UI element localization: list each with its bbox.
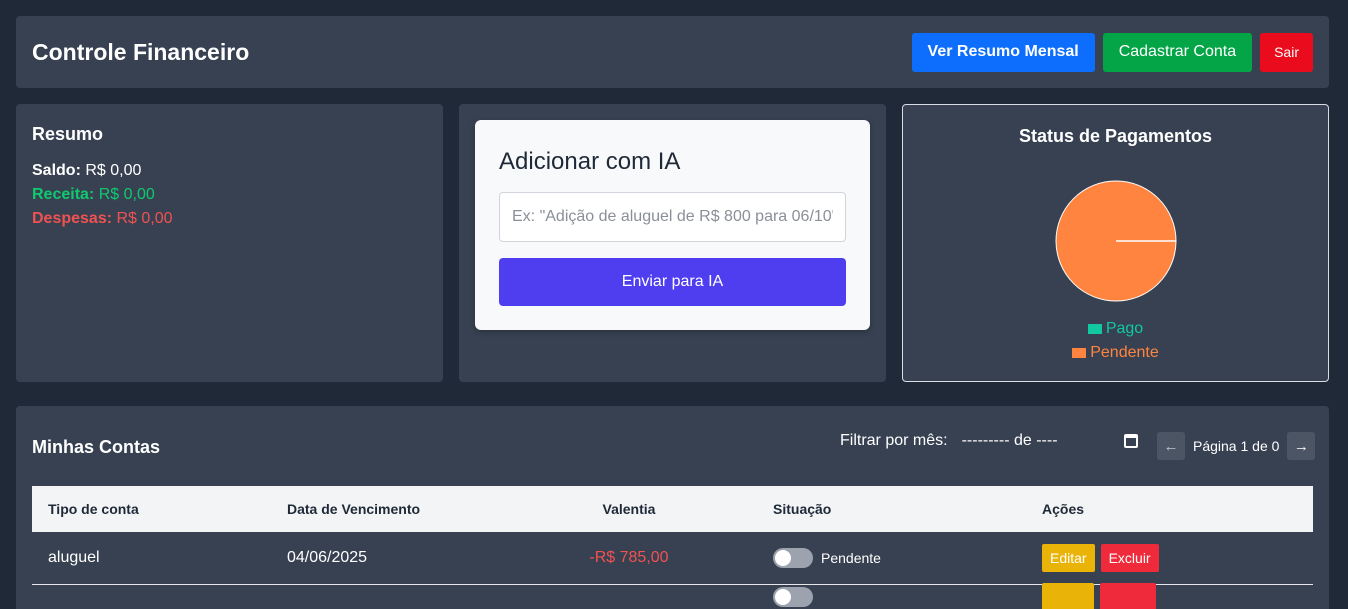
ai-card: Adicionar com IA Enviar para IA [459, 104, 886, 382]
column-header-actions: Ações [1042, 501, 1085, 517]
pagination: ← Página 1 de 0 → [1157, 432, 1316, 460]
table-header-row: Tipo de conta Data de Vencimento Valenti… [32, 486, 1313, 532]
summary-title: Resumo [32, 124, 104, 144]
column-header-type[interactable]: Tipo de conta [32, 486, 271, 532]
column-header-status[interactable]: Situação [757, 486, 1026, 532]
legend-swatch-pending [1072, 348, 1087, 358]
app-title: Controle Financeiro [32, 38, 250, 65]
expenses-line: Despesas: R$ 0,00 [32, 207, 427, 231]
status-pie-chart [1055, 180, 1177, 307]
cell-due-date: 04/06/2025 [271, 532, 501, 585]
expenses-label: Despesas: [32, 210, 113, 227]
cell-actions: Editar Excluir [1026, 532, 1313, 585]
cell-type-partial [32, 584, 271, 609]
logout-button[interactable]: Sair [1260, 32, 1313, 72]
header-actions: Ver Resumo Mensal Cadastrar Conta Sair [911, 32, 1313, 72]
app-page: Controle Financeiro Ver Resumo Mensal Ca… [0, 0, 1348, 609]
legend-label-pending: Pendente [1090, 344, 1159, 361]
month-filter-label: Filtrar por mês: [840, 432, 948, 449]
cell-status-partial [757, 584, 1026, 609]
expenses-value: R$ 0,00 [116, 210, 173, 227]
legend-swatch-paid [1087, 324, 1102, 334]
delete-button-partial[interactable] [1100, 583, 1156, 609]
status-text: Pendente [821, 549, 881, 566]
ai-prompt-input[interactable] [499, 192, 846, 242]
column-header-due-date[interactable]: Data de Vencimento [271, 486, 501, 532]
cell-value: -R$ 785,00 [501, 532, 757, 585]
cell-value-partial [501, 584, 757, 609]
cell-due-date-partial [271, 584, 501, 609]
prev-page-button[interactable]: ← [1157, 432, 1185, 460]
balance-line: Saldo: R$ 0,00 [32, 159, 427, 183]
monthly-summary-button[interactable]: Ver Resumo Mensal [911, 32, 1095, 72]
ai-title: Adicionar com IA [499, 148, 681, 175]
calendar-icon[interactable] [1123, 434, 1138, 448]
income-line: Receita: R$ 0,00 [32, 183, 427, 207]
paid-toggle[interactable] [773, 547, 813, 568]
accounts-section: Minhas Contas Filtrar por mês: ---------… [16, 406, 1329, 609]
month-input[interactable]: --------- de ---- [962, 430, 1138, 452]
legend-item-paid[interactable]: Pago [903, 317, 1328, 341]
page-indicator: Página 1 de 0 [1193, 438, 1280, 454]
delete-button[interactable]: Excluir [1100, 543, 1159, 572]
send-to-ai-button[interactable]: Enviar para IA [499, 258, 846, 306]
edit-button[interactable]: Editar [1042, 543, 1095, 572]
column-header-value[interactable]: Valentia [501, 486, 757, 532]
payment-status-card: Status de Pagamentos Pago Pendente [902, 104, 1329, 382]
month-filter: Filtrar por mês: --------- de ---- [840, 430, 1138, 452]
ai-panel: Adicionar com IA Enviar para IA [475, 120, 870, 330]
status-legend: Pago Pendente [903, 317, 1328, 365]
balance-value: R$ 0,00 [85, 162, 142, 179]
status-title: Status de Pagamentos [1018, 126, 1213, 146]
legend-item-pending[interactable]: Pendente [903, 341, 1328, 365]
cell-type: aluguel [32, 532, 271, 585]
balance-label: Saldo: [32, 162, 81, 179]
income-value: R$ 0,00 [98, 186, 155, 203]
table-row: aluguel 04/06/2025 -R$ 785,00 Pendente E… [32, 532, 1313, 585]
month-input-value: --------- de ---- [961, 432, 1058, 449]
cell-actions-partial [1026, 583, 1313, 609]
legend-label-paid: Pago [1105, 320, 1144, 337]
edit-button-partial[interactable] [1042, 583, 1094, 609]
register-account-button[interactable]: Cadastrar Conta [1102, 32, 1253, 72]
accounts-table: Tipo de conta Data de Vencimento Valenti… [32, 486, 1313, 609]
cell-status: Pendente [757, 532, 1026, 585]
next-page-button[interactable]: → [1287, 432, 1316, 460]
summary-card: Resumo Saldo: R$ 0,00 Receita: R$ 0,00 D… [16, 104, 443, 382]
top-bar: Controle Financeiro Ver Resumo Mensal Ca… [16, 16, 1329, 88]
paid-toggle-partial[interactable] [773, 587, 813, 608]
accounts-title: Minhas Contas [32, 437, 161, 457]
table-row-partial [32, 583, 1313, 609]
income-label: Receita: [32, 186, 95, 203]
